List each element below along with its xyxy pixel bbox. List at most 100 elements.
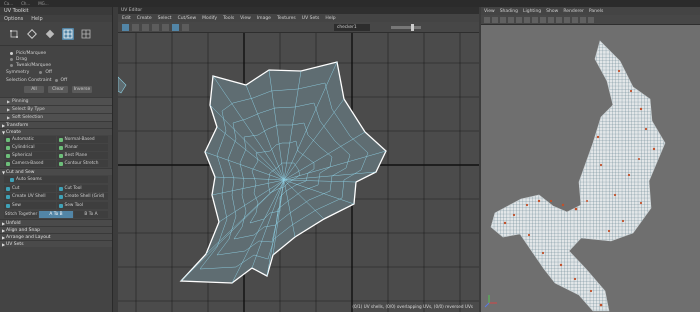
pinning-section[interactable]: ▶ Pinning — [0, 97, 112, 105]
vertex-mode-icon[interactable] — [8, 28, 20, 40]
radio-on-icon — [10, 51, 13, 55]
top-item-1[interactable]: Ca... — [4, 1, 13, 6]
smooth-shade-icon[interactable] — [548, 16, 554, 23]
vp-menu-renderer[interactable]: Renderer — [563, 9, 584, 14]
uv-editor-title: UV Editor — [118, 7, 479, 14]
top-item-3[interactable]: MG... — [38, 1, 48, 6]
planar-button[interactable]: Planar — [56, 144, 108, 151]
grid-icon[interactable] — [516, 16, 522, 23]
uv-menu-help[interactable]: Help — [325, 16, 335, 21]
constraint-dropdown[interactable] — [54, 78, 58, 82]
sew-tool-icon — [58, 203, 63, 208]
normal-based-button[interactable]: Normal-Based — [56, 136, 108, 143]
planar-label: Planar — [64, 145, 79, 150]
texture-dropdown[interactable]: checker1 — [334, 23, 370, 31]
vp-menu-show[interactable]: Show — [546, 9, 558, 14]
vp-menu-lighting[interactable]: Lighting — [523, 9, 541, 14]
symmetry-value[interactable]: Off — [45, 70, 52, 75]
unfold-section[interactable]: ▶ Unfold — [0, 219, 112, 226]
inverse-button[interactable]: Inverse — [72, 86, 92, 93]
auto-seams-icon — [10, 177, 14, 182]
create-shell-grid-button[interactable]: Create Shell (Grid) — [56, 193, 108, 200]
resolution-gate-icon[interactable] — [532, 16, 538, 23]
symmetry-dropdown[interactable] — [39, 70, 43, 74]
uv-menu-edit[interactable]: Edit — [122, 16, 131, 21]
uv-menu-select[interactable]: Select — [158, 16, 172, 21]
uv-canvas[interactable]: (0/1) UV shells, (0/0) overlapping UVs, … — [118, 33, 479, 312]
face-mode-icon[interactable] — [44, 28, 56, 40]
wireframe-toggle-icon[interactable] — [122, 23, 129, 31]
select-all-button[interactable]: All — [24, 86, 44, 93]
uv-menu-view[interactable]: View — [240, 16, 251, 21]
uv-menu-uv-sets[interactable]: UV Sets — [302, 16, 320, 21]
a-to-b-button[interactable]: A To B — [39, 211, 73, 218]
auto-seams-button[interactable]: Auto Seams — [4, 176, 108, 183]
uv-editor-toolbar: checker1 — [118, 22, 479, 33]
lights-icon[interactable] — [564, 16, 570, 23]
arrange-layout-section[interactable]: ▶ Arrange and Layout — [0, 233, 112, 240]
spherical-icon — [6, 153, 10, 158]
textured-icon[interactable] — [556, 16, 562, 23]
align-snap-section[interactable]: ▶ Align and Snap — [0, 226, 112, 233]
checker-toggle-icon[interactable] — [142, 23, 149, 31]
xray-icon[interactable] — [588, 16, 594, 23]
distortion-toggle-icon[interactable] — [152, 23, 159, 31]
toolkit-menu-options[interactable]: Options — [4, 16, 23, 22]
component-mode-icons — [0, 22, 112, 46]
shaded-toggle-icon[interactable] — [132, 23, 139, 31]
uv-menu-textures[interactable]: Textures — [277, 16, 296, 21]
spherical-button[interactable]: Spherical — [4, 152, 56, 159]
image-plane-icon[interactable] — [508, 16, 514, 23]
film-gate-icon[interactable] — [524, 16, 530, 23]
grid-toggle-icon[interactable] — [162, 23, 169, 31]
uv-menu-cut-sew[interactable]: Cut/Sew — [178, 16, 197, 21]
camera-icon[interactable] — [484, 16, 490, 23]
uv-menu-modify[interactable]: Modify — [202, 16, 217, 21]
uv-menu-create[interactable]: Create — [137, 16, 152, 21]
cut-tool-button[interactable]: Cut Tool — [56, 185, 108, 192]
clear-button[interactable]: Clear — [48, 86, 68, 93]
uv-editor-panel: UV Editor Edit Create Select Cut/Sew Mod… — [118, 7, 479, 312]
soft-selection-section[interactable]: ▶ Soft Selection — [0, 113, 112, 121]
best-plane-button[interactable]: Best Plane — [56, 152, 108, 159]
auto-seams-label: Auto Seams — [16, 177, 42, 182]
snapshot-icon[interactable] — [182, 23, 189, 31]
isolate-icon[interactable] — [580, 16, 586, 23]
create-section[interactable]: ▼ Create — [0, 128, 112, 135]
stitch-together-button[interactable]: Stitch Together — [4, 211, 38, 218]
camera-based-button[interactable]: Camera-Based — [4, 160, 56, 167]
cut-and-sew-section[interactable]: ▼ Cut and Sew — [0, 168, 112, 175]
toolkit-menu-help[interactable]: Help — [31, 16, 42, 22]
viewport-canvas[interactable] — [481, 25, 700, 312]
sew-tool-button[interactable]: Sew Tool — [56, 202, 108, 209]
bookmark-icon[interactable] — [500, 16, 506, 23]
texture-toggle-icon[interactable] — [172, 23, 179, 31]
cylindrical-button[interactable]: Cylindrical — [4, 144, 56, 151]
pick-marquee-label: Pick/Marquee — [16, 50, 47, 56]
automatic-button[interactable]: Automatic — [4, 136, 56, 143]
vp-menu-panels[interactable]: Panels — [589, 9, 603, 14]
wireframe-icon[interactable] — [540, 16, 546, 23]
vp-menu-shading[interactable]: Shading — [500, 9, 518, 14]
contour-stretch-button[interactable]: Contour Stretch — [56, 160, 108, 167]
shadows-icon[interactable] — [572, 16, 578, 23]
uv-sets-section[interactable]: ▶ UV Sets — [0, 240, 112, 247]
selection-constraint-value[interactable]: Off — [61, 78, 68, 83]
uv-shell-mode-icon[interactable] — [80, 28, 92, 40]
edge-mode-icon[interactable] — [26, 28, 38, 40]
uv-menu-image[interactable]: Image — [257, 16, 271, 21]
lock-camera-icon[interactable] — [492, 16, 498, 23]
sew-button[interactable]: Sew — [4, 202, 56, 209]
create-shell-grid-label: Create Shell (Grid) — [64, 194, 105, 199]
create-uv-shell-button[interactable]: Create UV Shell — [4, 193, 56, 200]
b-to-a-button[interactable]: B To A — [74, 211, 108, 218]
top-item-2[interactable]: Ch... — [21, 1, 30, 6]
cut-button[interactable]: Cut — [4, 185, 56, 192]
vp-menu-view[interactable]: View — [484, 9, 495, 14]
select-by-type-section[interactable]: ▶ Select By Type — [0, 105, 112, 113]
transform-section[interactable]: ▶ Transform — [0, 121, 112, 128]
pinning-label: Pinning — [12, 99, 29, 104]
uv-menu-tools[interactable]: Tools — [223, 16, 234, 21]
exposure-slider[interactable] — [391, 23, 421, 31]
uv-mode-icon[interactable] — [62, 27, 74, 40]
